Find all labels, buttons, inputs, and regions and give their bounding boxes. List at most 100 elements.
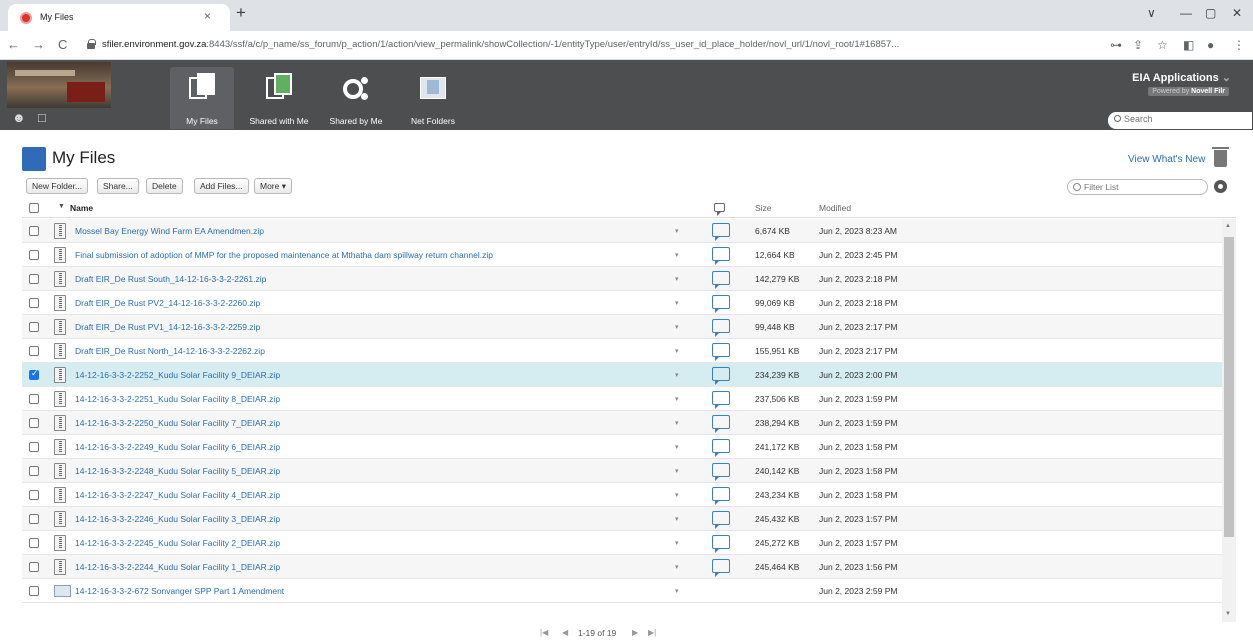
row-menu-chevron-down-icon[interactable]: ▾ [675,347,679,355]
header-search[interactable] [1108,112,1252,129]
brand-name[interactable]: EIA Applications ⌄ [1132,71,1231,84]
forward-button[interactable]: → [32,37,45,52]
scroll-up-icon[interactable]: ▲ [1225,223,1231,229]
table-row[interactable]: 14-12-16-3-3-2-2246_Kudu Solar Facility … [22,507,1222,531]
comment-icon[interactable] [712,487,730,505]
filter-list[interactable] [1067,179,1208,195]
view-whats-new-link[interactable]: View What's New [1128,154,1205,165]
file-name-link[interactable]: 14-12-16-3-3-2-672 Sonvanger SPP Part 1 … [75,586,284,596]
file-name-link[interactable]: Draft EIR_De Rust PV2_14-12-16-3-3-2-226… [75,298,260,308]
add-files-button[interactable]: Add Files... [194,178,249,194]
sort-icon[interactable]: ▼ [58,203,65,210]
people-icon[interactable]: ☻ [12,110,26,125]
file-name-link[interactable]: 14-12-16-3-3-2-2250_Kudu Solar Facility … [75,418,280,428]
row-checkbox[interactable] [29,322,39,332]
table-row[interactable]: Final submission of adoption of MMP for … [22,243,1222,267]
table-row[interactable]: 14-12-16-3-3-2-2244_Kudu Solar Facility … [22,555,1222,579]
next-page-icon[interactable]: ▶ [632,628,638,637]
column-modified[interactable]: Modified [819,203,851,213]
comment-icon[interactable] [712,415,730,433]
row-menu-chevron-down-icon[interactable]: ▾ [675,563,679,571]
reload-button[interactable]: C [58,37,67,52]
row-menu-chevron-down-icon[interactable]: ▾ [675,395,679,403]
side-panel-icon[interactable]: ◧ [1183,38,1194,52]
row-menu-chevron-down-icon[interactable]: ▾ [675,515,679,523]
browser-menu-icon[interactable]: ⋮ [1233,38,1245,52]
address-bar[interactable]: sfiler.environment.gov.za:8443/ssf/a/c/p… [84,35,1092,56]
row-checkbox[interactable] [29,346,39,356]
comment-icon[interactable] [712,511,730,529]
search-input[interactable] [1124,114,1244,124]
row-menu-chevron-down-icon[interactable]: ▾ [675,299,679,307]
filter-input[interactable] [1084,182,1194,192]
table-row[interactable]: 14-12-16-3-3-2-2247_Kudu Solar Facility … [22,483,1222,507]
row-checkbox[interactable] [29,514,39,524]
tab-close-icon[interactable]: × [204,9,211,23]
new-folder-button[interactable]: New Folder... [26,178,89,194]
scrollbar-thumb[interactable] [1224,237,1234,537]
comment-icon[interactable] [712,295,730,313]
comment-icon[interactable] [712,439,730,457]
prev-page-icon[interactable]: ◀ [562,628,568,637]
table-row[interactable]: Draft EIR_De Rust PV1_14-12-16-3-3-2-225… [22,315,1222,339]
row-menu-chevron-down-icon[interactable]: ▾ [675,587,679,595]
column-size[interactable]: Size [755,203,772,213]
minimize-button[interactable]: — [1180,6,1192,20]
last-page-icon[interactable]: ▶| [648,628,656,637]
table-row[interactable]: 14-12-16-3-3-2-672 Sonvanger SPP Part 1 … [22,579,1222,603]
comment-icon[interactable] [712,559,730,577]
row-checkbox[interactable] [29,274,39,284]
table-row[interactable]: 14-12-16-3-3-2-2251_Kudu Solar Facility … [22,387,1222,411]
row-checkbox[interactable] [29,418,39,428]
row-checkbox[interactable] [29,298,39,308]
table-row[interactable]: 14-12-16-3-3-2-2249_Kudu Solar Facility … [22,435,1222,459]
row-checkbox[interactable] [29,466,39,476]
table-row[interactable]: Draft EIR_De Rust North_14-12-16-3-3-2-2… [22,339,1222,363]
table-row[interactable]: Draft EIR_De Rust PV2_14-12-16-3-3-2-226… [22,291,1222,315]
nav-shared-by-me[interactable]: Shared by Me [322,67,390,129]
row-checkbox[interactable] [29,226,39,236]
gear-icon[interactable] [1214,180,1227,193]
file-name-link[interactable]: 14-12-16-3-3-2-2244_Kudu Solar Facility … [75,562,280,572]
file-name-link[interactable]: Final submission of adoption of MMP for … [75,250,493,260]
comment-icon[interactable] [712,223,730,241]
file-name-link[interactable]: 14-12-16-3-3-2-2249_Kudu Solar Facility … [75,442,280,452]
row-menu-chevron-down-icon[interactable]: ▾ [675,371,679,379]
nav-shared-with-me[interactable]: Shared with Me [243,67,315,129]
file-name-link[interactable]: 14-12-16-3-3-2-2252_Kudu Solar Facility … [75,370,280,380]
row-menu-chevron-down-icon[interactable]: ▾ [675,443,679,451]
table-row[interactable]: 14-12-16-3-3-2-2252_Kudu Solar Facility … [22,363,1222,387]
first-page-icon[interactable]: |◀ [540,628,548,637]
comment-icon[interactable] [712,463,730,481]
trash-icon[interactable] [1212,147,1229,167]
table-row[interactable]: Mossel Bay Energy Wind Farm EA Amendmen.… [22,219,1222,243]
delete-button[interactable]: Delete [146,178,183,194]
file-name-link[interactable]: Draft EIR_De Rust North_14-12-16-3-3-2-2… [75,346,265,356]
file-name-link[interactable]: Draft EIR_De Rust South_14-12-16-3-3-2-2… [75,274,266,284]
comment-icon[interactable] [712,247,730,265]
row-checkbox[interactable] [29,394,39,404]
row-menu-chevron-down-icon[interactable]: ▾ [675,539,679,547]
maximize-button[interactable]: ▢ [1205,6,1216,20]
comment-icon[interactable] [712,391,730,409]
nav-my-files[interactable]: My Files [170,67,234,129]
row-menu-chevron-down-icon[interactable]: ▾ [675,419,679,427]
comment-icon[interactable] [712,367,730,385]
chat-icon[interactable]: □ [38,110,46,125]
close-window-button[interactable]: ✕ [1232,6,1242,20]
more-menu-button[interactable]: More ▾ [254,178,292,194]
share-page-icon[interactable]: ⇪ [1133,38,1143,52]
file-name-link[interactable]: Mossel Bay Energy Wind Farm EA Amendmen.… [75,226,264,236]
row-checkbox[interactable] [29,442,39,452]
file-name-link[interactable]: 14-12-16-3-3-2-2251_Kudu Solar Facility … [75,394,280,404]
row-checkbox[interactable] [29,586,39,596]
table-row[interactable]: 14-12-16-3-3-2-2250_Kudu Solar Facility … [22,411,1222,435]
comment-icon[interactable] [712,535,730,553]
url-text[interactable]: sfiler.environment.gov.za:8443/ssf/a/c/p… [102,39,899,50]
scrollbar[interactable]: ▲ ▼ [1222,219,1236,622]
row-checkbox[interactable] [29,250,39,260]
row-checkbox[interactable] [29,490,39,500]
tab-list-button[interactable]: ∨ [1147,6,1156,20]
row-checkbox[interactable] [29,562,39,572]
password-key-icon[interactable]: ⊶ [1110,38,1122,52]
